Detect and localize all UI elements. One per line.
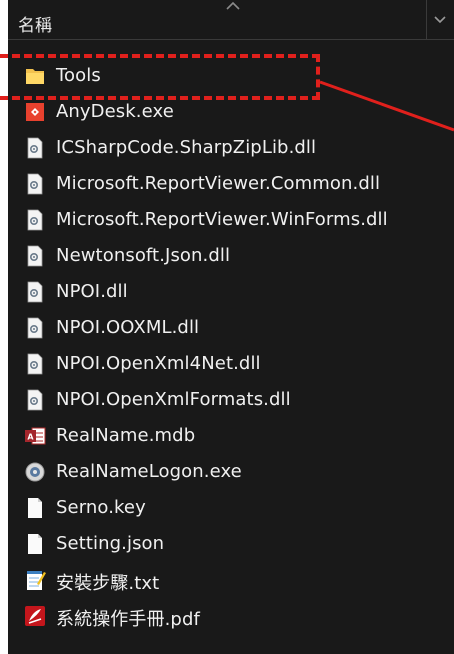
access-db-icon: A <box>25 427 46 445</box>
file-name: NPOI.OOXML.dll <box>56 317 200 338</box>
folder-icon <box>26 69 44 84</box>
file-name: Newtonsoft.Json.dll <box>56 245 231 266</box>
file-name: AnyDesk.exe <box>56 101 174 122</box>
list-item[interactable]: Microsoft.ReportViewer.WinForms.dll <box>8 202 454 238</box>
sort-ascending-icon <box>226 1 240 10</box>
file-name: Microsoft.ReportViewer.WinForms.dll <box>56 209 388 230</box>
file-name: RealNameLogon.exe <box>56 461 242 482</box>
name-column-header[interactable]: 名稱 <box>18 11 52 36</box>
list-item[interactable]: NPOI.OpenXmlFormats.dll <box>8 382 454 418</box>
dll-icon <box>27 281 43 303</box>
file-name: NPOI.OpenXmlFormats.dll <box>56 389 291 410</box>
file-name: ICSharpCode.SharpZipLib.dll <box>56 137 317 158</box>
list-item[interactable]: A RealName.mdb <box>8 418 454 454</box>
app-exe-icon <box>25 462 45 482</box>
pdf-icon <box>25 606 45 626</box>
file-list: Tools AnyDesk.exe ICSharpCode.SharpZipLi… <box>8 58 454 634</box>
notepad-icon <box>27 571 46 590</box>
dll-icon <box>27 245 43 267</box>
dll-icon <box>27 173 43 195</box>
list-item[interactable]: Setting.json <box>8 526 454 562</box>
file-name: 安裝步驟.txt <box>56 573 160 594</box>
dll-icon <box>27 209 43 231</box>
anydesk-icon <box>26 103 44 121</box>
blank-file-icon <box>28 534 42 554</box>
file-name: Serno.key <box>56 497 146 518</box>
svg-text:A: A <box>27 433 34 442</box>
list-item[interactable]: 安裝步驟.txt <box>8 562 454 598</box>
blank-file-icon <box>28 498 42 518</box>
list-item[interactable]: Microsoft.ReportViewer.Common.dll <box>8 166 454 202</box>
dll-icon <box>27 317 43 339</box>
list-item[interactable]: Newtonsoft.Json.dll <box>8 238 454 274</box>
file-name: NPOI.OpenXml4Net.dll <box>56 353 261 374</box>
list-item[interactable]: 系統操作手冊.pdf <box>8 598 454 634</box>
dll-icon <box>27 353 43 375</box>
column-header: 名稱 <box>8 0 454 40</box>
file-name: 系統操作手冊.pdf <box>56 609 200 630</box>
list-item[interactable]: NPOI.OpenXml4Net.dll <box>8 346 454 382</box>
file-name: Tools <box>56 65 101 86</box>
list-item[interactable]: NPOI.dll <box>8 274 454 310</box>
file-name: Setting.json <box>56 533 165 554</box>
list-item[interactable]: Serno.key <box>8 490 454 526</box>
list-item[interactable]: NPOI.OOXML.dll <box>8 310 454 346</box>
file-name: NPOI.dll <box>56 281 128 302</box>
chevron-down-icon[interactable] <box>428 10 452 30</box>
file-name: Microsoft.ReportViewer.Common.dll <box>56 173 381 194</box>
list-item[interactable]: RealNameLogon.exe <box>8 454 454 490</box>
dll-icon <box>27 389 43 411</box>
file-name: RealName.mdb <box>56 425 196 446</box>
annotation-arrow <box>319 80 454 132</box>
dll-icon <box>27 137 43 159</box>
column-divider[interactable] <box>426 0 427 40</box>
